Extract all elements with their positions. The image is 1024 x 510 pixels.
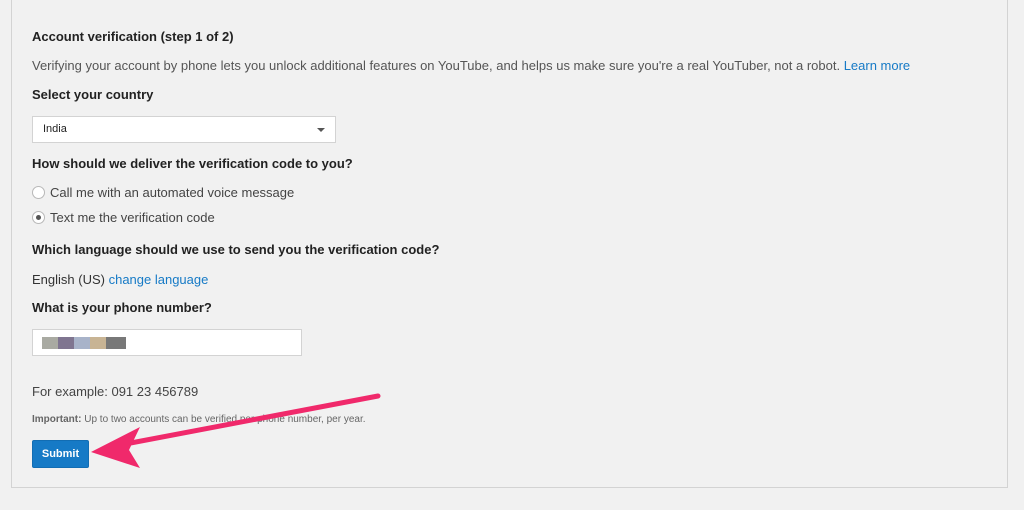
annotation-arrow-icon <box>91 393 381 468</box>
